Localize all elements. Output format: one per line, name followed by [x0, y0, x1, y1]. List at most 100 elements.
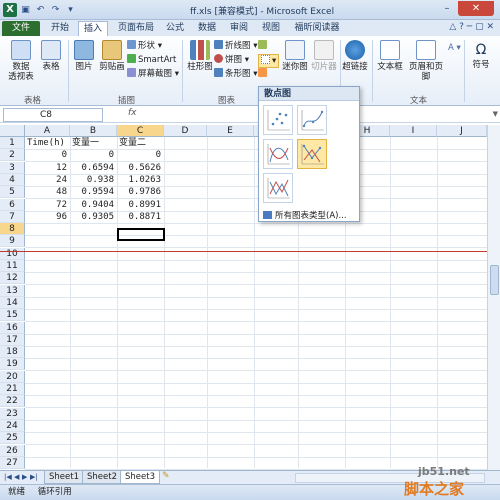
vertical-scrollbar[interactable]: [487, 125, 500, 470]
sheet-tab-sheet1[interactable]: Sheet1: [44, 471, 84, 484]
row-header-21[interactable]: 21: [0, 383, 25, 395]
cell-b7[interactable]: 0.9305: [72, 211, 117, 223]
row-header-20[interactable]: 20: [0, 370, 25, 383]
column-header-a[interactable]: A: [25, 125, 70, 137]
pivot-table-button[interactable]: 数据 透视表: [6, 40, 36, 82]
cell-b4[interactable]: 0.938: [72, 174, 117, 186]
sheet-tab-sheet3[interactable]: Sheet3: [120, 471, 160, 484]
cell-a2[interactable]: 0: [27, 149, 70, 161]
active-cell-c8[interactable]: [117, 228, 165, 241]
picture-button[interactable]: 图片: [72, 40, 96, 72]
cell-a6[interactable]: 72: [27, 199, 70, 211]
row-header-24[interactable]: 24: [0, 419, 25, 432]
row-header-19[interactable]: 19: [0, 358, 25, 371]
tab-review[interactable]: 审阅: [226, 21, 252, 36]
cell-b6[interactable]: 0.9404: [72, 199, 117, 211]
row-header-1[interactable]: 1: [0, 137, 25, 149]
undo-icon[interactable]: ↶: [35, 5, 46, 16]
column-header-d[interactable]: D: [164, 125, 207, 137]
row-header-18[interactable]: 18: [0, 346, 25, 359]
tab-file[interactable]: 文件: [2, 21, 40, 36]
row-header-12[interactable]: 12: [0, 272, 25, 285]
row-header-6[interactable]: 6: [0, 198, 25, 211]
cell-b3[interactable]: 0.6594: [72, 162, 117, 174]
prev-sheet-icon[interactable]: ◀: [14, 473, 19, 481]
bar-chart-button[interactable]: 条形图 ▾: [214, 68, 257, 80]
row-header-4[interactable]: 4: [0, 173, 25, 186]
row-header-5[interactable]: 5: [0, 186, 25, 199]
area-chart-button[interactable]: [258, 40, 269, 52]
smartart-button[interactable]: SmartArt: [127, 54, 176, 66]
sheet-tab-sheet2[interactable]: Sheet2: [82, 471, 122, 484]
screenshot-button[interactable]: 屏幕截图 ▾: [127, 68, 179, 80]
cell-a5[interactable]: 48: [27, 186, 70, 198]
tab-home[interactable]: 开始: [46, 21, 74, 36]
row-header-26[interactable]: 26: [0, 444, 25, 457]
next-sheet-icon[interactable]: ▶: [22, 473, 27, 481]
scatter-chart-button[interactable]: ▾: [258, 54, 280, 68]
row-header-27[interactable]: 27: [0, 456, 25, 469]
row-header-10[interactable]: 10: [0, 247, 25, 260]
help-icon[interactable]: △ ? ─ ▢ ✕: [449, 22, 494, 32]
cell-c6[interactable]: 0.8991: [119, 199, 164, 211]
symbol-button[interactable]: Ω 符号: [468, 40, 494, 70]
column-header-e[interactable]: E: [207, 125, 254, 137]
expand-formula-bar-icon[interactable]: ▼: [493, 110, 498, 118]
row-header-23[interactable]: 23: [0, 407, 25, 420]
cell-c3[interactable]: 0.5626: [119, 162, 164, 174]
tab-formulas[interactable]: 公式: [162, 21, 188, 36]
row-header-13[interactable]: 13: [0, 284, 25, 297]
row-header-11[interactable]: 11: [0, 260, 25, 272]
cell-b2[interactable]: 0: [72, 149, 117, 161]
row-header-9[interactable]: 9: [0, 235, 25, 248]
row-header-2[interactable]: 2: [0, 149, 25, 162]
customize-qat-icon[interactable]: ▾: [65, 5, 76, 16]
cell-a1[interactable]: Time(h): [27, 137, 70, 149]
row-header-17[interactable]: 17: [0, 333, 25, 346]
tab-page-layout[interactable]: 页面布局: [114, 21, 158, 36]
cell-a3[interactable]: 12: [27, 162, 70, 174]
row-header-8[interactable]: 8: [0, 223, 25, 236]
row-header-7[interactable]: 7: [0, 210, 25, 223]
row-header-22[interactable]: 22: [0, 395, 25, 408]
row-header-16[interactable]: 16: [0, 321, 25, 334]
header-footer-button[interactable]: 页眉和页脚: [406, 40, 446, 82]
hyperlink-button[interactable]: 超链接: [342, 40, 368, 72]
column-header-c[interactable]: C: [117, 125, 164, 137]
cell-c1[interactable]: 变量二: [119, 137, 164, 149]
redo-icon[interactable]: ↷: [50, 5, 61, 16]
close-button[interactable]: ✕: [458, 1, 494, 16]
scatter-straight-markers-option[interactable]: [297, 139, 327, 169]
scroll-thumb[interactable]: [490, 265, 499, 295]
row-header-25[interactable]: 25: [0, 432, 25, 445]
save-icon[interactable]: ▣: [20, 5, 31, 16]
tab-insert[interactable]: 插入: [78, 21, 108, 36]
other-charts-button[interactable]: [258, 68, 269, 80]
name-box[interactable]: C8: [3, 108, 103, 122]
scatter-markers-only-option[interactable]: [263, 105, 293, 135]
cell-a7[interactable]: 96: [27, 211, 70, 223]
line-chart-button[interactable]: 折线图 ▾: [214, 40, 257, 52]
cell-c5[interactable]: 0.9786: [119, 186, 164, 198]
select-all-corner[interactable]: [0, 125, 25, 137]
column-chart-button[interactable]: 柱形图: [186, 40, 214, 72]
column-header-b[interactable]: B: [70, 125, 117, 137]
pie-chart-button[interactable]: 饼图 ▾: [214, 54, 249, 66]
column-header-j[interactable]: J: [437, 125, 487, 137]
scatter-straight-lines-option[interactable]: [263, 173, 293, 203]
clipart-button[interactable]: 剪贴画: [98, 40, 126, 72]
first-sheet-icon[interactable]: |◀: [4, 473, 12, 481]
tab-view[interactable]: 视图: [258, 21, 284, 36]
shapes-button[interactable]: 形状 ▾: [127, 40, 162, 52]
minimize-button[interactable]: –: [436, 1, 458, 16]
scatter-smooth-lines-option[interactable]: [263, 139, 293, 169]
tab-foxit-reader[interactable]: 福昕阅读器: [290, 21, 344, 36]
cell-a4[interactable]: 24: [27, 174, 70, 186]
slicer-button[interactable]: 切片器: [310, 40, 338, 72]
row-header-15[interactable]: 15: [0, 309, 25, 322]
wordart-icon[interactable]: A ▾: [448, 42, 461, 54]
row-header-14[interactable]: 14: [0, 296, 25, 309]
insert-sheet-icon[interactable]: ✎: [162, 471, 170, 481]
tab-data[interactable]: 数据: [194, 21, 220, 36]
row-header-3[interactable]: 3: [0, 161, 25, 174]
